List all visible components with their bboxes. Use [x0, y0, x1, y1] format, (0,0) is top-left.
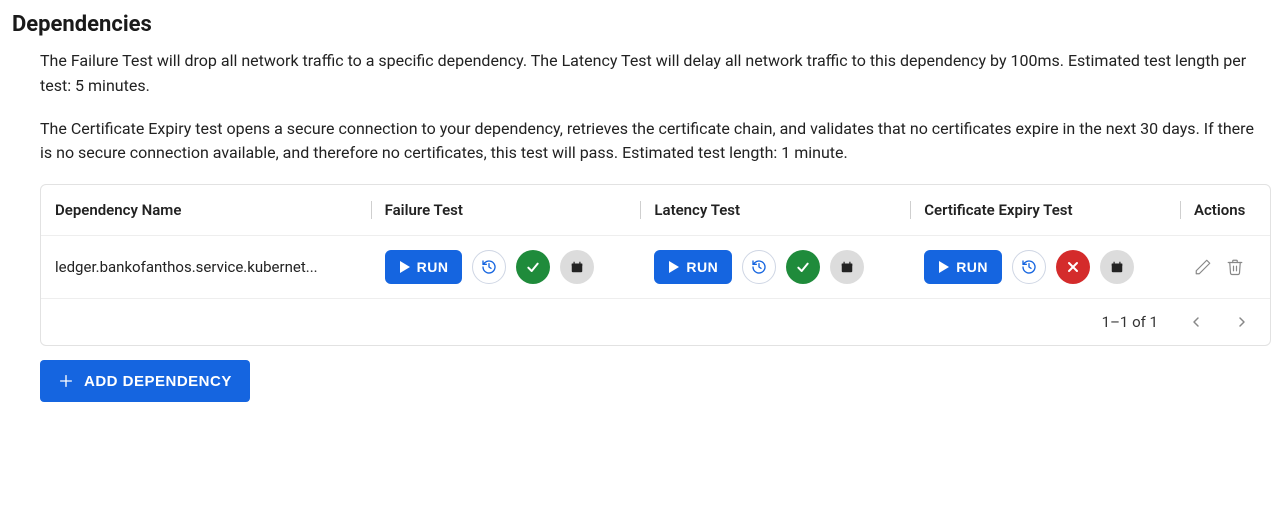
pencil-icon — [1194, 258, 1212, 276]
pager-text: 1–1 of 1 — [1102, 313, 1158, 331]
col-cert-expiry-test[interactable]: Certificate Expiry Test — [910, 185, 1180, 236]
add-label: ADD DEPENDENCY — [84, 373, 232, 390]
chevron-left-icon — [1188, 314, 1204, 330]
pager: 1–1 of 1 — [1102, 313, 1250, 331]
run-label: RUN — [417, 259, 449, 275]
description-para-2: The Certificate Expiry test opens a secu… — [40, 117, 1260, 167]
x-icon — [1065, 259, 1081, 275]
cert-test-cell: RUN — [924, 250, 1166, 284]
table-row: ledger.bankofanthos.service.kubernet... … — [41, 236, 1270, 299]
check-icon — [795, 259, 811, 275]
history-latency-button[interactable] — [742, 250, 776, 284]
check-icon — [525, 259, 541, 275]
delete-button[interactable] — [1226, 258, 1244, 276]
pager-prev[interactable] — [1188, 314, 1204, 330]
run-latency-button[interactable]: RUN — [654, 250, 732, 284]
col-latency-test[interactable]: Latency Test — [640, 185, 910, 236]
schedule-failure-button[interactable] — [560, 250, 594, 284]
add-dependency-button[interactable]: ADD DEPENDENCY — [40, 360, 250, 402]
history-icon — [751, 259, 767, 275]
pager-next[interactable] — [1234, 314, 1250, 330]
chevron-right-icon — [1234, 314, 1250, 330]
edit-button[interactable] — [1194, 258, 1212, 276]
description-block: The Failure Test will drop all network t… — [40, 49, 1260, 166]
history-icon — [481, 259, 497, 275]
run-cert-button[interactable]: RUN — [924, 250, 1002, 284]
col-dependency-name[interactable]: Dependency Name — [41, 185, 371, 236]
schedule-cert-button[interactable] — [1100, 250, 1134, 284]
failure-test-cell: RUN — [385, 250, 627, 284]
run-label: RUN — [686, 259, 718, 275]
dependency-name: ledger.bankofanthos.service.kubernet... — [55, 258, 357, 276]
trash-icon — [1226, 258, 1244, 276]
dependencies-table: Dependency Name Failure Test Latency Tes… — [40, 184, 1271, 346]
col-failure-test[interactable]: Failure Test — [371, 185, 641, 236]
calendar-icon — [1110, 260, 1124, 274]
play-icon — [399, 261, 411, 273]
latency-test-cell: RUN — [654, 250, 896, 284]
history-icon — [1021, 259, 1037, 275]
col-actions: Actions — [1180, 185, 1270, 236]
calendar-icon — [570, 260, 584, 274]
calendar-icon — [840, 260, 854, 274]
latency-status-pass — [786, 250, 820, 284]
play-icon — [668, 261, 680, 273]
plus-icon — [58, 373, 74, 389]
history-cert-button[interactable] — [1012, 250, 1046, 284]
run-label: RUN — [956, 259, 988, 275]
schedule-latency-button[interactable] — [830, 250, 864, 284]
play-icon — [938, 261, 950, 273]
page-title: Dependencies — [12, 12, 1271, 37]
history-failure-button[interactable] — [472, 250, 506, 284]
cert-status-fail — [1056, 250, 1090, 284]
run-failure-button[interactable]: RUN — [385, 250, 463, 284]
failure-status-pass — [516, 250, 550, 284]
description-para-1: The Failure Test will drop all network t… — [40, 49, 1260, 99]
